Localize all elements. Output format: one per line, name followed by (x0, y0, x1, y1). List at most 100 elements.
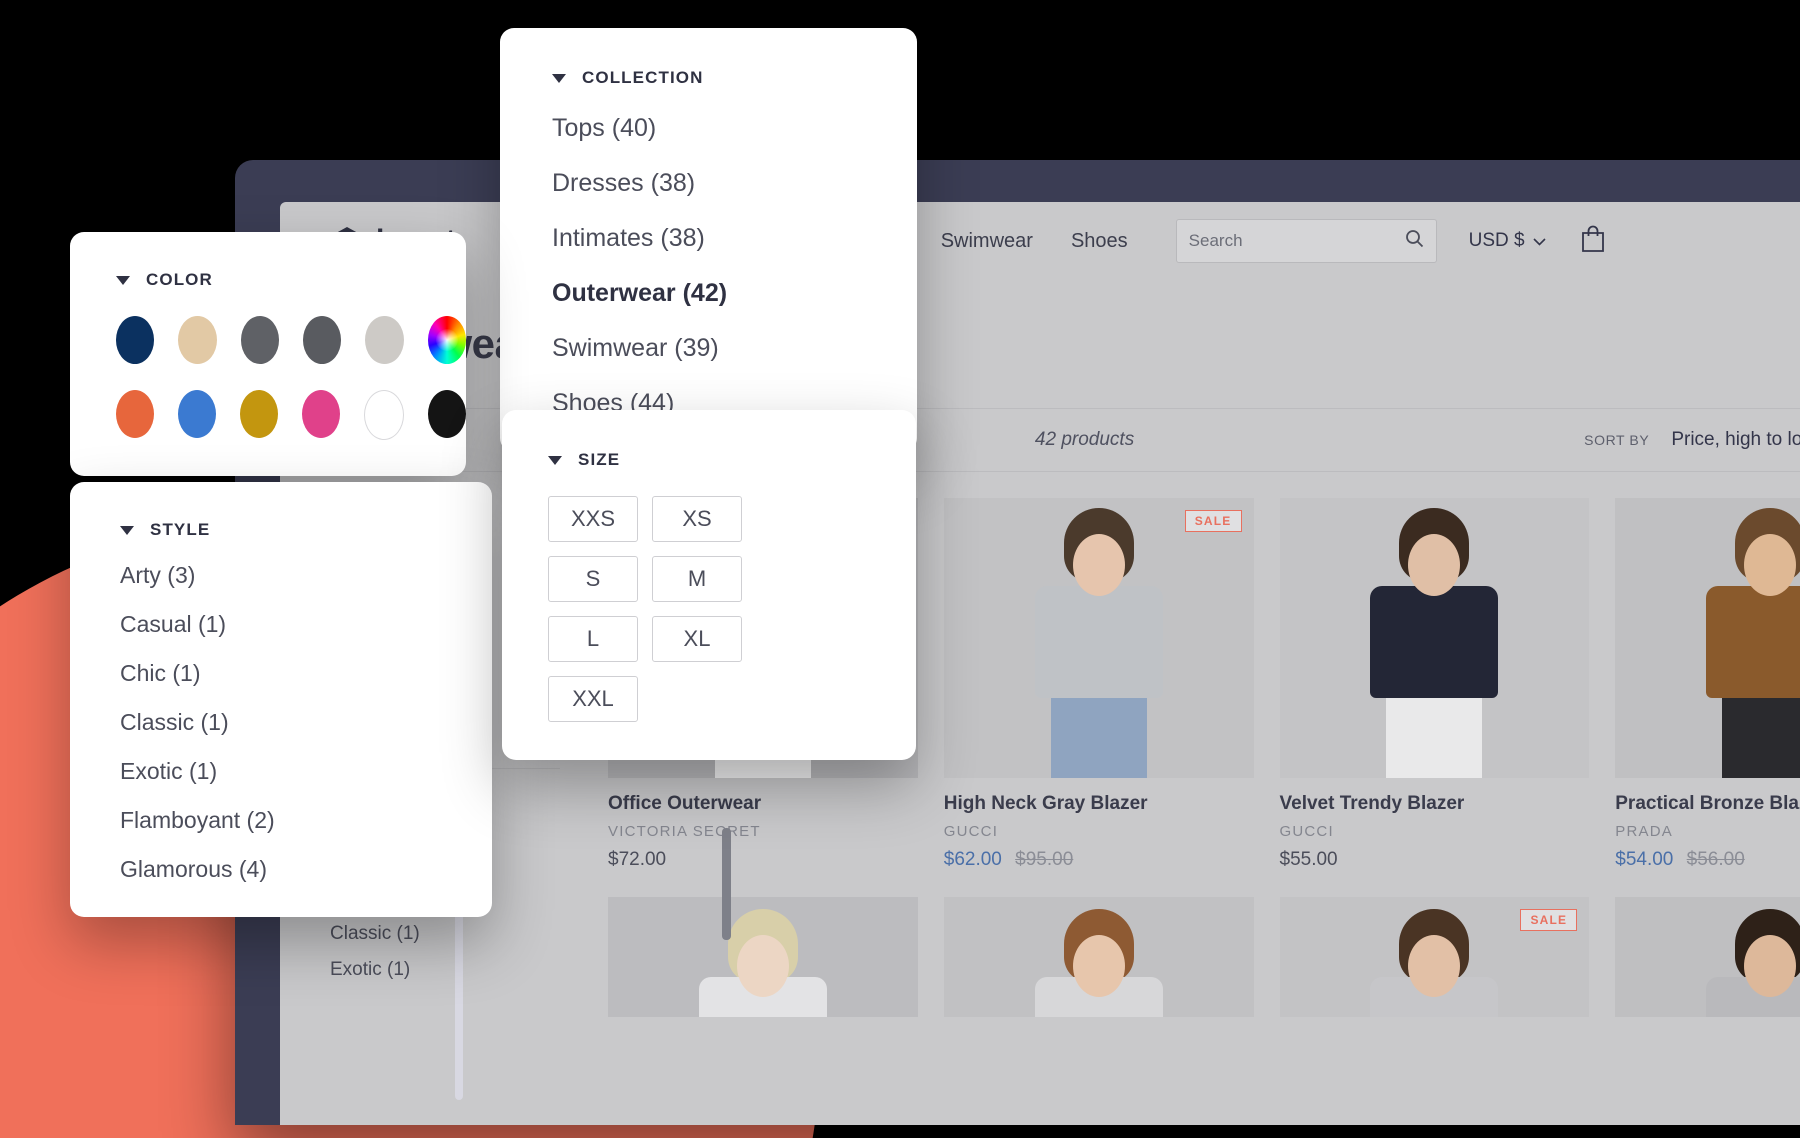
style-card-title: STYLE (150, 520, 211, 539)
color-swatch-row-2 (116, 390, 466, 440)
color-swatch-beige[interactable] (178, 316, 217, 364)
sort-by-value: Price, high to low (1671, 429, 1800, 450)
collection-card-header[interactable]: COLLECTION (552, 68, 917, 88)
search-icon[interactable] (1405, 229, 1424, 253)
style-filter-card: STYLE Arty (3) Casual (1) Chic (1) Class… (70, 482, 492, 917)
size-card-header[interactable]: SIZE (548, 450, 916, 470)
shopping-bag-icon[interactable] (1580, 225, 1606, 258)
size-option-xxs[interactable]: XXS (548, 496, 638, 542)
color-swatch-white[interactable] (364, 390, 404, 440)
collection-option-outerwear[interactable]: Outerwear (42) (552, 279, 917, 308)
color-filter-card: COLOR (70, 232, 466, 476)
color-card-header[interactable]: COLOR (116, 270, 466, 290)
product-price: $72.00 (608, 849, 918, 871)
product-card[interactable]: Velvet Trendy Blazer GUCCI $55.00 (1279, 498, 1590, 871)
product-current-price: $55.00 (1279, 848, 1338, 870)
product-card[interactable] (608, 896, 918, 1017)
color-swatch-multicolor[interactable] (427, 316, 466, 364)
currency-value: USD $ (1468, 230, 1525, 251)
size-card-title: SIZE (578, 450, 621, 469)
size-option-l[interactable]: L (548, 616, 638, 662)
color-swatch-blue[interactable] (178, 390, 216, 438)
product-image[interactable] (943, 896, 1254, 1017)
caret-down-icon (548, 455, 562, 465)
style-option-flamboyant[interactable]: Flamboyant (2) (120, 807, 492, 834)
product-image[interactable] (608, 896, 918, 1017)
caret-down-icon (552, 73, 566, 83)
style-card-header[interactable]: STYLE (120, 520, 492, 540)
search-placeholder: Search (1188, 231, 1243, 250)
currency-selector[interactable]: USD $ (1469, 230, 1546, 252)
model-figure (1700, 508, 1800, 778)
collection-option-tops[interactable]: Tops (40) (552, 114, 917, 143)
product-price: $62.00 $95.00 (944, 849, 1254, 871)
nav-item-shoes[interactable]: Shoes (1071, 230, 1128, 253)
product-current-price: $54.00 (1615, 848, 1674, 870)
search-input[interactable]: Search (1175, 219, 1437, 263)
browser-titlebar (235, 160, 1800, 202)
product-card[interactable]: SALE (1615, 896, 1800, 1017)
model-figure (1364, 508, 1504, 778)
product-image[interactable]: SALE (1615, 498, 1800, 778)
product-image[interactable] (1279, 498, 1590, 778)
sort-by-label: SORT BY (1584, 432, 1650, 448)
product-name: Office Outerwear (608, 793, 762, 814)
nav-item-swimwear[interactable]: Swimwear (941, 230, 1033, 253)
product-brand: GUCCI (1279, 822, 1334, 840)
color-swatch-navy[interactable] (116, 316, 155, 364)
model-figure (693, 907, 833, 1017)
color-swatch-black[interactable] (428, 390, 466, 438)
color-card-title: COLOR (146, 270, 213, 289)
product-name: Velvet Trendy Blazer (1279, 793, 1465, 814)
style-option-exotic[interactable]: Exotic (1) (120, 758, 492, 785)
style-option-casual[interactable]: Casual (1) (120, 611, 492, 638)
sale-badge: SALE (1184, 510, 1242, 532)
color-swatch-gray[interactable] (240, 316, 279, 364)
color-swatch-dark-gray[interactable] (302, 316, 342, 364)
style-option-arty[interactable]: Arty (3) (120, 562, 492, 589)
product-card[interactable] (943, 896, 1254, 1017)
product-card[interactable]: SALE High Neck Gray Blazer GUCCI $62.00 … (943, 498, 1254, 871)
size-option-grid: XXS XS S M L XL XXL (548, 496, 838, 722)
collection-card-title: COLLECTION (582, 68, 704, 87)
style-list-scrollbar-thumb[interactable] (722, 828, 731, 940)
color-swatch-light-gray[interactable] (365, 316, 404, 364)
model-figure (1700, 907, 1800, 1017)
chevron-down-icon (1533, 230, 1546, 252)
style-option-classic[interactable]: Classic (1) (120, 709, 492, 736)
product-name: High Neck Gray Blazer (943, 793, 1148, 814)
model-figure (1029, 907, 1169, 1017)
product-brand: GUCCI (943, 822, 999, 840)
sort-by-select[interactable]: Price, high to low (1671, 429, 1800, 451)
model-figure (1029, 508, 1169, 778)
size-option-s[interactable]: S (548, 556, 638, 602)
product-price: $55.00 (1280, 849, 1590, 871)
size-option-xs[interactable]: XS (652, 496, 742, 542)
size-filter-card: SIZE XXS XS S M L XL XXL (502, 410, 916, 760)
product-image[interactable]: SALE (943, 498, 1254, 778)
collection-option-dresses[interactable]: Dresses (38) (552, 169, 917, 198)
color-swatch-orange[interactable] (116, 390, 154, 438)
product-card[interactable]: SALE (1279, 896, 1590, 1017)
color-swatch-pink[interactable] (302, 390, 340, 438)
model-figure (1364, 907, 1504, 1017)
product-card[interactable]: SALE Practical Bronze Blazer PRADA $54.0… (1615, 498, 1800, 871)
collection-option-swimwear[interactable]: Swimwear (39) (552, 334, 917, 363)
size-option-xl[interactable]: XL (652, 616, 742, 662)
collection-option-intimates[interactable]: Intimates (38) (552, 224, 917, 253)
color-swatch-gold[interactable] (240, 390, 278, 438)
size-option-m[interactable]: M (652, 556, 742, 602)
caret-down-icon (116, 275, 130, 285)
style-option-glamorous[interactable]: Glamorous (4) (120, 856, 492, 883)
product-name: Practical Bronze Blazer (1615, 793, 1800, 814)
product-brand: VICTORIA SECRET (608, 822, 761, 840)
product-current-price: $72.00 (608, 848, 667, 870)
product-old-price: $56.00 (1686, 848, 1745, 870)
collection-filter-card: COLLECTION Tops (40) Dresses (38) Intima… (500, 28, 917, 452)
product-current-price: $62.00 (943, 848, 1002, 870)
style-option-chic[interactable]: Chic (1) (120, 660, 492, 687)
product-image[interactable]: SALE (1279, 896, 1590, 1017)
caret-down-icon (120, 525, 134, 535)
product-image[interactable]: SALE (1615, 896, 1800, 1017)
size-option-xxl[interactable]: XXL (548, 676, 638, 722)
